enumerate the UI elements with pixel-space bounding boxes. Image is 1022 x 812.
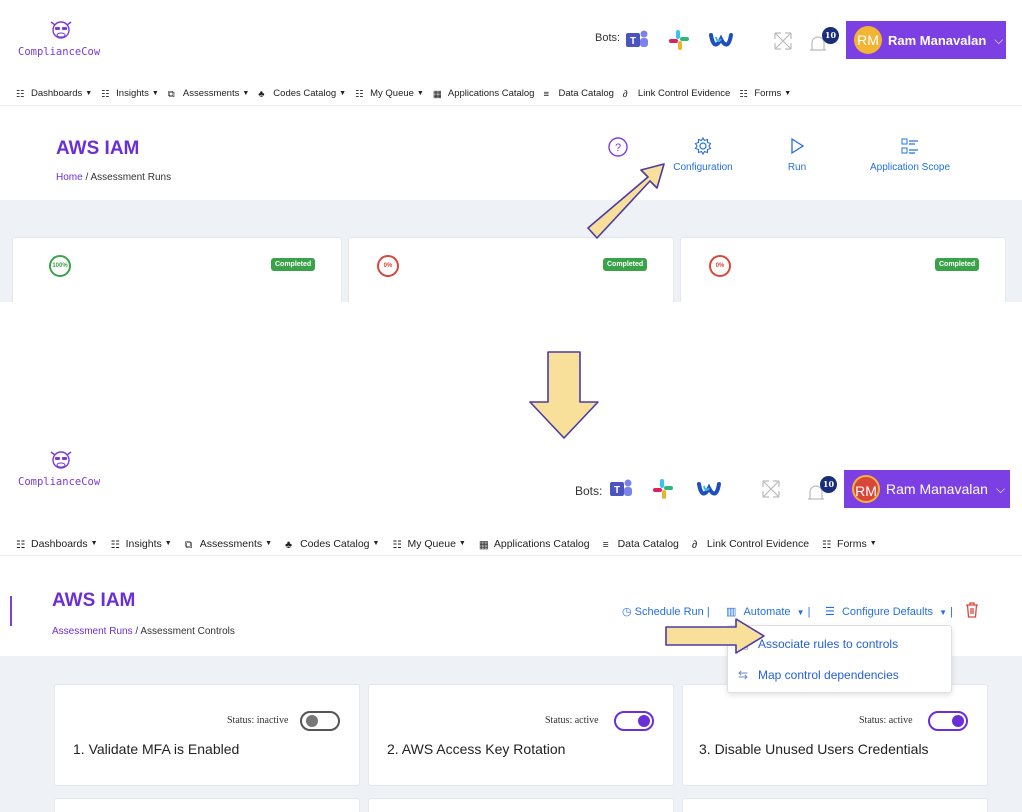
- caret-down-icon: ▼: [458, 540, 466, 547]
- bots-label: Bots:: [575, 484, 603, 498]
- nav-applications-catalog[interactable]: ▦ Applications Catalog: [478, 538, 590, 551]
- nav-forms[interactable]: ☷ Forms ▼: [822, 538, 877, 551]
- nav-insights[interactable]: ☷ Insights ▼: [110, 538, 172, 551]
- dependencies-icon: ⇆: [737, 668, 749, 682]
- top-bar: ComplianceCow Bots: T 10 RM Ram Manavala…: [0, 448, 1022, 520]
- caret-down-icon: ▼: [265, 540, 273, 547]
- control-title: 3. Disable Unused Users Credentials: [699, 741, 929, 757]
- codes-icon: ♣: [285, 538, 292, 551]
- queue-icon: ☷: [392, 538, 402, 551]
- control-card[interactable]: Status: inactive 1. Validate MFA is Enab…: [54, 684, 360, 786]
- clock-icon: ◷: [622, 606, 632, 618]
- status-toggle[interactable]: [614, 711, 654, 731]
- control-card[interactable]: [368, 798, 674, 812]
- nav-codes-catalog[interactable]: ♣ Codes Catalog ▼: [285, 538, 380, 551]
- status-toggle[interactable]: [300, 711, 340, 731]
- toggle-knob: [952, 715, 964, 727]
- control-card[interactable]: [54, 798, 360, 812]
- notification-badge: 10: [820, 476, 837, 493]
- breadcrumb: Assessment Runs / Assessment Controls: [52, 626, 235, 637]
- toggle-knob: [306, 715, 318, 727]
- cow-logo-icon: [50, 451, 72, 469]
- menu-item-map-dependencies[interactable]: ⇆ Map control dependencies: [728, 660, 951, 690]
- control-card[interactable]: [682, 798, 988, 812]
- control-card[interactable]: Status: active 2. AWS Access Key Rotatio…: [368, 684, 674, 786]
- slack-icon[interactable]: [650, 476, 676, 502]
- avatar: RM: [852, 475, 880, 503]
- callout-arrow: [587, 163, 665, 239]
- list-icon: ≡: [602, 538, 609, 551]
- insights-icon: ☷: [110, 538, 120, 551]
- svg-text:T: T: [614, 485, 620, 496]
- status-label: Status: inactive: [227, 715, 289, 726]
- before-screenshot: ComplianceCow Bots: T 10 RM Ram Manavala…: [0, 0, 1022, 302]
- caret-down-icon: ▼: [372, 540, 380, 547]
- caret-down-icon: ▼: [796, 608, 805, 617]
- assessments-icon: ⧉: [184, 538, 193, 551]
- caret-down-icon: ▼: [869, 540, 877, 547]
- nav-dashboards[interactable]: ☷ Dashboards ▼: [16, 538, 98, 551]
- down-arrow: [529, 351, 599, 439]
- user-name: Ram Manavalan: [886, 481, 988, 497]
- list-settings-icon: ☰: [825, 606, 835, 618]
- control-title: 2. AWS Access Key Rotation: [387, 741, 566, 757]
- configure-defaults-dropdown[interactable]: ☰ Configure Defaults ▼ |: [825, 605, 953, 618]
- after-screenshot: ComplianceCow Bots: T 10 RM Ram Manavala…: [0, 448, 1022, 812]
- forms-icon: ☷: [822, 538, 832, 551]
- chevron-down-icon: ⌵: [995, 481, 1006, 496]
- nav-data-catalog[interactable]: ≡ Data Catalog: [602, 538, 679, 551]
- expand-icon[interactable]: [760, 478, 782, 500]
- breadcrumb-current: Assessment Controls: [140, 626, 235, 637]
- toggle-knob: [638, 715, 650, 727]
- callout-arrow: [665, 618, 765, 654]
- nav-my-queue[interactable]: ☷ My Queue ▼: [392, 538, 466, 551]
- nav-link-control-evidence[interactable]: ∂ Link Control Evidence: [691, 538, 809, 551]
- main-nav: ☷ Dashboards ▼ ☷ Insights ▼ ⧉ Assessments ▼ ♣ C…: [0, 532, 1022, 556]
- caret-down-icon: ▼: [939, 608, 948, 617]
- breadcrumb-assessment-runs[interactable]: Assessment Runs: [52, 626, 133, 637]
- caret-down-icon: ▼: [164, 540, 172, 547]
- link-icon: ∂: [691, 538, 698, 551]
- grid-icon: ▦: [478, 538, 489, 551]
- brand-name: ComplianceCow: [18, 476, 101, 488]
- webex-icon[interactable]: [696, 476, 722, 502]
- caret-down-icon: ▼: [90, 540, 98, 547]
- control-title: 1. Validate MFA is Enabled: [73, 741, 240, 757]
- status-toggle[interactable]: [928, 711, 968, 731]
- control-card[interactable]: Status: active 3. Disable Unused Users C…: [682, 684, 988, 786]
- status-label: Status: active: [859, 715, 913, 726]
- page-title: AWS IAM: [52, 590, 136, 611]
- trash-icon[interactable]: [964, 601, 980, 619]
- nav-assessments[interactable]: ⧉ Assessments ▼: [184, 538, 273, 551]
- status-label: Status: active: [545, 715, 599, 726]
- brand-logo[interactable]: ComplianceCow: [18, 448, 108, 494]
- left-accent-bar: [10, 596, 12, 626]
- user-menu[interactable]: RM Ram Manavalan ⌵: [844, 470, 1010, 508]
- dashboard-icon: ☷: [16, 538, 26, 551]
- teams-icon[interactable]: T: [608, 476, 634, 502]
